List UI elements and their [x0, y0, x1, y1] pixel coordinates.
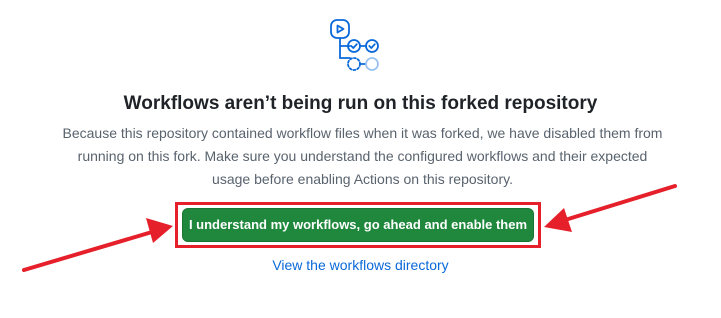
workflow-icon [330, 19, 379, 71]
description: Because this repository contained workfl… [40, 122, 685, 191]
blankslate: Workflows aren’t being run on this forke… [0, 0, 721, 318]
left-arrowhead [146, 218, 173, 243]
description-line: Because this repository contained workfl… [62, 125, 663, 141]
enable-workflows-button[interactable]: I understand my workflows, go ahead and … [182, 208, 534, 242]
description-line: usage before enabling Actions on this re… [212, 171, 513, 187]
description-line: running on this fork. Make sure you unde… [77, 148, 648, 164]
right-arrowhead [544, 208, 572, 232]
view-workflows-directory-link[interactable]: View the workflows directory [0, 257, 721, 273]
page-title: Workflows aren’t being run on this forke… [123, 93, 598, 114]
right-arrow [563, 184, 677, 222]
